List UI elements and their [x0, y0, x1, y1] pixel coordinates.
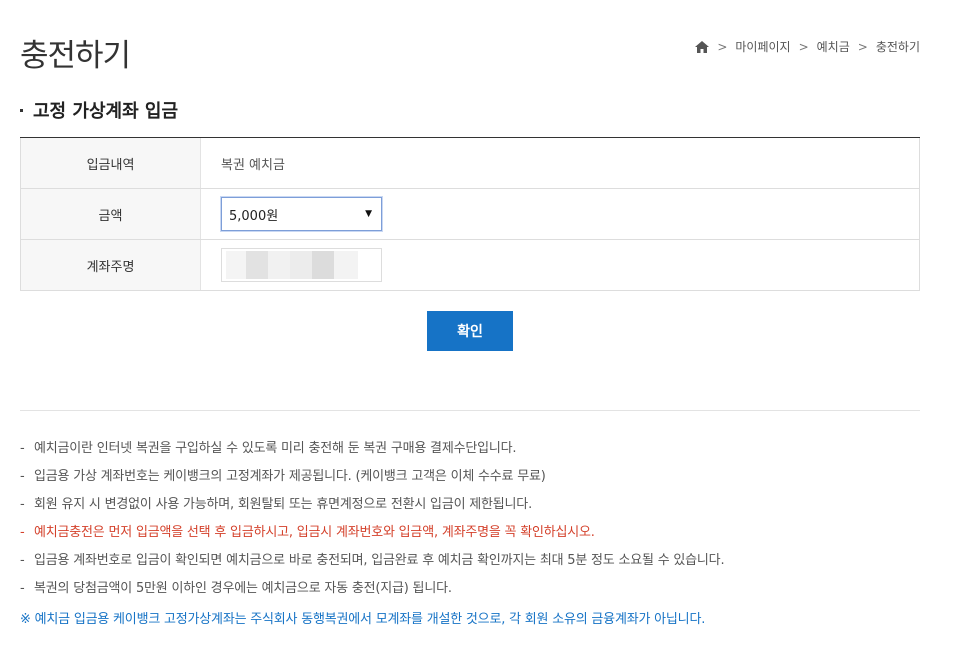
form-row-account-name: 계좌주명	[20, 240, 920, 291]
dash: -	[20, 525, 25, 540]
note-item: - 입금용 가상 계좌번호는 케이뱅크의 고정계좌가 제공됩니다. (케이뱅크 고…	[20, 468, 724, 496]
dash: -	[20, 441, 25, 456]
masked-text	[246, 251, 268, 279]
charge-form-table: 입금내역 복권 예치금 금액 5,000원 ▼ 계좌주명	[20, 137, 920, 291]
amount-select[interactable]: 5,000원 ▼	[221, 197, 382, 231]
deposit-label: 입금내역	[21, 138, 201, 188]
dash: -	[20, 469, 25, 484]
divider	[20, 410, 920, 411]
note-item-warning: - 예치금충전은 먼저 입금액을 선택 후 입금하시고, 입금시 계좌번호와 입금…	[20, 524, 724, 552]
note-text: 입금용 가상 계좌번호는 케이뱅크의 고정계좌가 제공됩니다. (케이뱅크 고객…	[34, 469, 546, 484]
breadcrumb: > 마이페이지 > 예치금 > 충전하기	[695, 38, 920, 55]
masked-text	[226, 251, 246, 279]
breadcrumb-item-charge: 충전하기	[875, 40, 920, 54]
account-name-cell	[201, 240, 919, 290]
form-row-deposit: 입금내역 복권 예치금	[20, 138, 920, 189]
amount-selected-value: 5,000원	[229, 208, 279, 224]
home-icon[interactable]	[695, 40, 710, 53]
note-text: 예치금이란 인터넷 복권을 구입하실 수 있도록 미리 충전해 둔 복권 구매용…	[34, 441, 517, 456]
notes-list: - 예치금이란 인터넷 복권을 구입하실 수 있도록 미리 충전해 둔 복권 구매…	[20, 440, 725, 608]
section-title-text: 고정 가상계좌 입금	[33, 101, 179, 122]
note-text: 회원 유지 시 변경없이 사용 가능하며, 회원탈퇴 또는 휴면계정으로 전환시…	[34, 497, 533, 512]
masked-text	[312, 251, 334, 279]
deposit-value: 복권 예치금	[221, 157, 285, 173]
dash: -	[20, 581, 25, 596]
note-item: - 입금용 계좌번호로 입금이 확인되면 예치금으로 바로 충전되며, 입금완료 …	[20, 552, 725, 580]
page-title: 충전하기	[20, 38, 131, 74]
dash: -	[20, 553, 25, 568]
breadcrumb-item-deposit[interactable]: 예치금	[817, 38, 850, 55]
breadcrumb-separator-icon: >	[717, 39, 728, 54]
account-name-field	[221, 248, 382, 282]
dropdown-arrow-icon: ▼	[365, 209, 372, 219]
note-text: 예치금충전은 먼저 입금액을 선택 후 입금하시고, 입금시 계좌번호와 입금액…	[34, 525, 595, 540]
masked-text	[268, 251, 290, 279]
dash: -	[20, 497, 25, 512]
note-item: - 복권의 당첨금액이 5만원 이하인 경우에는 예치금으로 자동 충전(지급) …	[20, 580, 724, 608]
form-row-amount: 금액 5,000원 ▼	[20, 189, 920, 240]
account-name-label: 계좌주명	[21, 240, 201, 290]
amount-label: 금액	[21, 189, 201, 239]
notes-footer: ※ 예치금 입금용 케이뱅크 고정가상계좌는 주식회사 동행복권에서 모계좌를 …	[20, 612, 706, 627]
breadcrumb-item-mypage[interactable]: 마이페이지	[735, 38, 790, 55]
breadcrumb-separator-icon: >	[798, 39, 809, 54]
confirm-button[interactable]: 확인	[427, 311, 513, 351]
note-text: 복권의 당첨금액이 5만원 이하인 경우에는 예치금으로 자동 충전(지급) 됩…	[34, 581, 452, 596]
breadcrumb-separator-icon: >	[857, 39, 868, 54]
masked-text	[290, 251, 312, 279]
note-item: - 회원 유지 시 변경없이 사용 가능하며, 회원탈퇴 또는 휴면계정으로 전환…	[20, 496, 724, 524]
note-item: - 예치금이란 인터넷 복권을 구입하실 수 있도록 미리 충전해 둔 복권 구매…	[20, 440, 724, 468]
note-text: 입금용 계좌번호로 입금이 확인되면 예치금으로 바로 충전되며, 입금완료 후…	[34, 553, 725, 568]
masked-text	[334, 251, 358, 279]
section-title: 고정 가상계좌 입금	[20, 97, 178, 123]
bullet-icon	[20, 108, 23, 112]
amount-cell: 5,000원 ▼	[201, 189, 919, 239]
